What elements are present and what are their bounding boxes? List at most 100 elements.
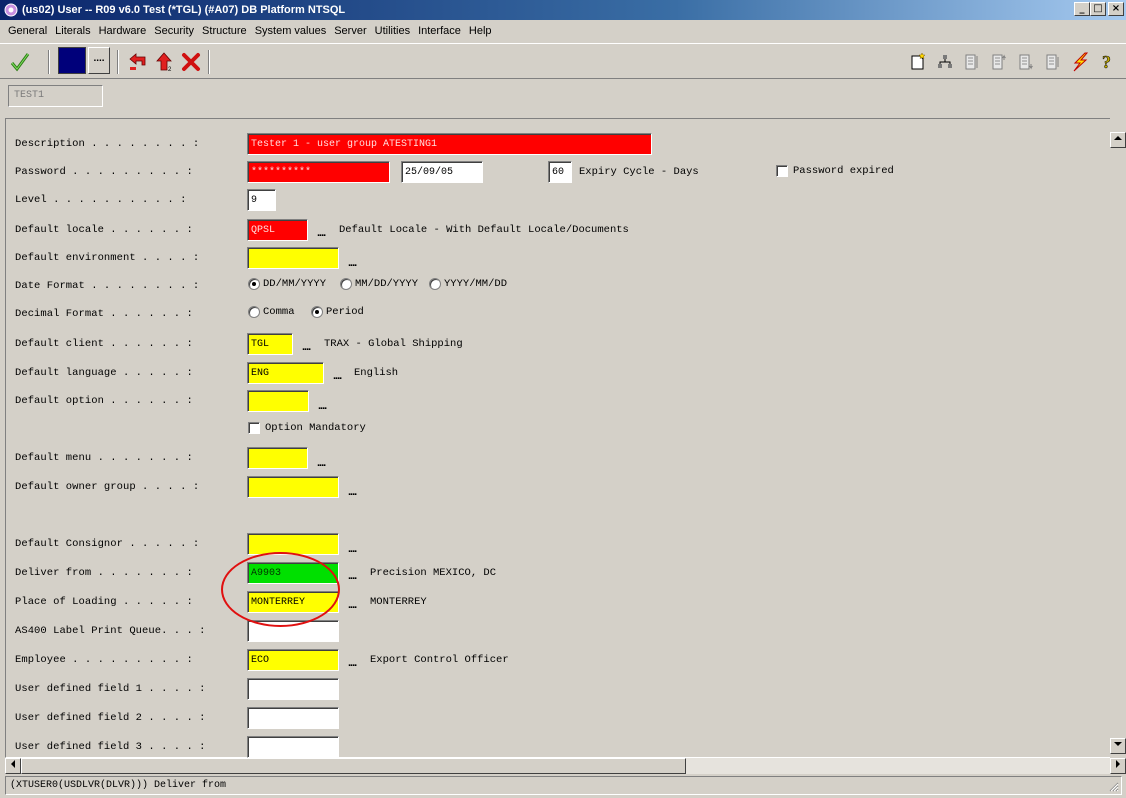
user-code-field: TEST1 <box>8 85 103 107</box>
udf2-field[interactable] <box>247 707 339 729</box>
default-menu-lookup[interactable]: .... <box>317 458 326 469</box>
decimal-format-label: Decimal Format . . . . . . : <box>15 308 193 320</box>
default-environment-field[interactable] <box>247 247 339 269</box>
scroll-down-button[interactable] <box>1110 738 1126 754</box>
tree-icon <box>938 55 952 68</box>
date-format-option-3: YYYY/MM/DD <box>444 278 508 290</box>
decimal-format-radio-period[interactable] <box>311 306 323 318</box>
default-owner-group-lookup[interactable]: .... <box>348 487 357 498</box>
confirm-button[interactable] <box>6 48 34 76</box>
expiry-cycle-field[interactable]: 60 <box>548 161 572 183</box>
menu-hardware[interactable]: Hardware <box>95 21 151 41</box>
decimal-format-option-comma: Comma <box>263 306 295 318</box>
window-title: (us02) User -- R09 v6.0 Test (*TGL) (#A0… <box>22 4 346 16</box>
toolbar: 2 ? <box>0 43 1126 79</box>
password-field[interactable]: ********** <box>247 161 390 183</box>
level-field[interactable]: 9 <box>247 189 276 211</box>
menu-utilities[interactable]: Utilities <box>371 21 414 41</box>
date-format-radio-mmddyyyy[interactable] <box>340 278 352 290</box>
run-button[interactable] <box>1066 48 1094 76</box>
udf1-field[interactable] <box>247 678 339 700</box>
list-c-button[interactable] <box>1012 48 1040 76</box>
scroll-left-icon <box>11 760 15 768</box>
vertical-scrollbar[interactable] <box>1110 118 1126 758</box>
menu-server[interactable]: Server <box>330 21 370 41</box>
exit-left-icon <box>129 53 146 70</box>
app-icon <box>4 3 18 17</box>
date-format-option-1: DD/MM/YYYY <box>263 278 327 290</box>
employee-desc: Export Control Officer <box>370 654 509 666</box>
password-expired-checkbox[interactable] <box>776 165 788 177</box>
list-a-button[interactable] <box>958 48 986 76</box>
horizontal-scroll-thumb[interactable] <box>21 758 686 774</box>
scroll-right-button[interactable] <box>1110 758 1126 774</box>
svg-text:?: ? <box>1102 52 1111 72</box>
default-client-lookup[interactable]: .... <box>302 342 311 353</box>
default-environment-lookup[interactable]: .... <box>348 258 357 269</box>
default-consignor-field[interactable] <box>247 533 339 555</box>
default-client-label: Default client . . . . . . : <box>15 338 193 350</box>
list-d-button[interactable] <box>1039 48 1067 76</box>
employee-field[interactable]: ECO <box>247 649 339 671</box>
default-language-desc: English <box>354 367 399 379</box>
new-button[interactable] <box>904 48 932 76</box>
udf3-field[interactable] <box>247 736 339 758</box>
employee-lookup[interactable]: .... <box>348 658 357 669</box>
help-icon: ? <box>1102 52 1112 73</box>
resize-grip-icon[interactable] <box>1107 780 1119 792</box>
default-owner-group-field[interactable] <box>247 476 339 498</box>
lightning-icon <box>1073 52 1089 72</box>
password-date-field[interactable]: 25/09/05 <box>401 161 483 183</box>
default-menu-field[interactable] <box>247 447 308 469</box>
default-language-field[interactable]: ENG <box>247 362 324 384</box>
menu-general[interactable]: General <box>4 21 51 41</box>
help-button[interactable]: ? <box>1094 48 1122 76</box>
default-consignor-label: Default Consignor . . . . . : <box>15 538 200 550</box>
list-b-button[interactable] <box>985 48 1013 76</box>
date-format-radio-yyyymmdd[interactable] <box>429 278 441 290</box>
date-format-radio-ddmmyyyy[interactable] <box>248 278 260 290</box>
menu-interface[interactable]: Interface <box>414 21 465 41</box>
default-locale-lookup[interactable]: .... <box>317 228 326 239</box>
status-text: (XTUSER0(USDLVR(DLVR))) Deliver from <box>10 780 227 791</box>
minimize-button[interactable]: _ <box>1074 2 1090 16</box>
deliver-from-lookup[interactable]: .... <box>348 571 357 582</box>
title-bar[interactable]: (us02) User -- R09 v6.0 Test (*TGL) (#A0… <box>0 0 1126 20</box>
place-of-loading-lookup[interactable]: .... <box>348 600 357 611</box>
exit-button[interactable] <box>124 48 152 76</box>
default-option-field[interactable] <box>247 390 309 412</box>
default-locale-desc: Default Locale - With Default Locale/Doc… <box>339 224 629 236</box>
horizontal-scrollbar[interactable] <box>5 758 1126 774</box>
scroll-left-button[interactable] <box>5 758 21 774</box>
default-language-lookup[interactable]: .... <box>333 371 342 382</box>
decimal-format-radio-comma[interactable] <box>248 306 260 318</box>
svg-text:2: 2 <box>168 67 172 73</box>
delete-button[interactable] <box>177 48 205 76</box>
udf2-label: User defined field 2 . . . . : <box>15 712 206 724</box>
hierarchy-button[interactable] <box>931 48 959 76</box>
menu-structure[interactable]: Structure <box>198 21 251 41</box>
option-mandatory-checkbox[interactable] <box>248 422 260 434</box>
menu-security[interactable]: Security <box>150 21 198 41</box>
default-locale-field[interactable]: QPSL <box>247 219 308 241</box>
status-bar: (XTUSER0(USDLVR(DLVR))) Deliver from <box>5 776 1122 795</box>
maximize-button[interactable]: □ <box>1090 2 1106 16</box>
menu-system-values[interactable]: System values <box>251 21 331 41</box>
default-language-label: Default language . . . . . : <box>15 367 193 379</box>
close-button[interactable]: × <box>1108 2 1124 16</box>
scroll-right-icon <box>1116 760 1120 768</box>
color-swatch-button[interactable] <box>58 47 86 74</box>
up-button[interactable]: 2 <box>150 48 178 76</box>
decimal-format-option-period: Period <box>326 306 364 318</box>
description-field[interactable]: Tester 1 - user group ATESTING1 <box>247 133 652 155</box>
default-consignor-lookup[interactable]: .... <box>348 544 357 555</box>
menu-bar: General Literals Hardware Security Struc… <box>0 21 1126 41</box>
scroll-up-button[interactable] <box>1110 132 1126 148</box>
deliver-from-label: Deliver from . . . . . . . : <box>15 567 193 579</box>
color-ellipsis-button[interactable]: .... <box>88 47 110 74</box>
menu-literals[interactable]: Literals <box>51 21 94 41</box>
menu-help[interactable]: Help <box>465 21 496 41</box>
default-client-field[interactable]: TGL <box>247 333 293 355</box>
default-option-lookup[interactable]: .... <box>318 401 327 412</box>
date-format-option-2: MM/DD/YYYY <box>355 278 419 290</box>
